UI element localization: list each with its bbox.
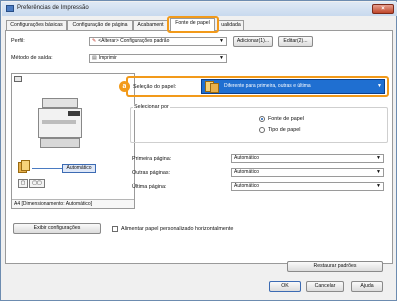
select-by-label: Selecionar por <box>133 104 170 110</box>
ok-button[interactable]: OK <box>269 281 301 292</box>
print-preferences-dialog: Preferências de Impressão × Configuraçõe… <box>0 0 397 301</box>
profile-label: Perfil: <box>11 38 25 44</box>
single-page-view-button[interactable]: ▢ <box>18 179 28 188</box>
last-page-label: Última página: <box>132 184 167 190</box>
view-settings-button[interactable]: Exibir configurações <box>13 223 101 234</box>
last-page-value: Automático <box>234 183 260 189</box>
output-method-value: Imprimir <box>98 55 117 61</box>
chevron-down-icon: ▼ <box>219 55 224 61</box>
cancel-button[interactable]: Cancelar <box>306 281 344 292</box>
first-page-label: Primeira página: <box>132 156 172 162</box>
select-by-group <box>130 107 388 143</box>
other-pages-select[interactable]: Automático ▼ <box>231 168 384 177</box>
printer-control-panel <box>68 111 80 116</box>
tab-finishing[interactable]: Acabament <box>133 20 168 30</box>
printer-scanner-lid <box>42 98 78 108</box>
tab-highlight-ring <box>167 16 219 33</box>
chevron-down-icon: ▼ <box>376 155 381 161</box>
radio-paper-type[interactable] <box>259 127 265 133</box>
restore-defaults-button[interactable]: Restaurar padrões <box>287 261 383 272</box>
paper-stack-icon <box>21 160 30 171</box>
paper-selection-select[interactable]: Diferente para primeira, outras e última… <box>201 79 385 94</box>
radio-paper-type-label: Tipo de papel <box>268 127 301 133</box>
paper-source-badge: Automático <box>62 164 96 173</box>
output-method-label: Método de saída: <box>11 55 53 61</box>
profile-select[interactable]: ✎ <Alterar> Configurações padrão ▼ <box>89 37 227 46</box>
pencil-icon: ✎ <box>92 38 97 44</box>
paper-selection-label: Seleção do papel: <box>133 84 177 90</box>
first-page-value: Automático <box>234 155 260 161</box>
close-button[interactable]: × <box>372 4 394 14</box>
last-page-select[interactable]: Automático ▼ <box>231 182 384 191</box>
printer-paper-drawer <box>40 138 80 148</box>
chevron-down-icon: ▼ <box>377 83 382 89</box>
print-preview-pane: Automático ▢ ▢▢ A4 [Dimensionamento: Aut… <box>11 73 135 209</box>
printer-icon: ▤ <box>92 55 97 61</box>
custom-paper-horizontal-checkbox[interactable] <box>112 226 118 232</box>
custom-paper-horizontal-label: Alimentar papel personalizado horizontal… <box>121 226 234 232</box>
chevron-down-icon: ▼ <box>376 169 381 175</box>
printer-app-icon <box>6 5 14 12</box>
paper-selection-value: Diferente para primeira, outras e última <box>224 83 311 89</box>
other-pages-value: Automático <box>234 169 260 175</box>
output-method-select[interactable]: ▤ Imprimir ▼ <box>89 54 227 63</box>
badge-connector-line <box>32 168 62 171</box>
profile-select-value: <Alterar> Configurações padrão <box>98 38 170 44</box>
preview-mode-icon[interactable] <box>14 76 22 82</box>
two-page-view-button[interactable]: ▢▢ <box>29 179 45 188</box>
chevron-down-icon: ▼ <box>219 38 224 44</box>
other-pages-label: Outras páginas: <box>132 170 171 176</box>
tab-basic-settings[interactable]: Configurações básicas <box>6 20 67 30</box>
add-profile-button[interactable]: Adicionar(1)... <box>233 36 273 47</box>
first-page-select[interactable]: Automático ▼ <box>231 154 384 163</box>
radio-paper-source-label: Fonte de papel <box>268 116 304 122</box>
radio-paper-source[interactable] <box>259 116 265 122</box>
tab-quality[interactable]: ualidada <box>218 20 244 30</box>
help-button[interactable]: Ajuda <box>351 281 383 292</box>
window-title: Preferências de Impressão <box>17 5 89 11</box>
tab-page-setup[interactable]: Configuração de página <box>67 20 133 30</box>
printer-output-tray <box>42 120 76 124</box>
chevron-down-icon: ▼ <box>376 183 381 189</box>
preview-status-text: A4 [Dimensionamento: Automático] <box>12 199 134 208</box>
title-bar[interactable]: Preferências de Impressão × <box>2 2 397 16</box>
paper-tray-icon <box>210 83 219 93</box>
edit-profile-button[interactable]: Editar(2)... <box>278 36 313 47</box>
